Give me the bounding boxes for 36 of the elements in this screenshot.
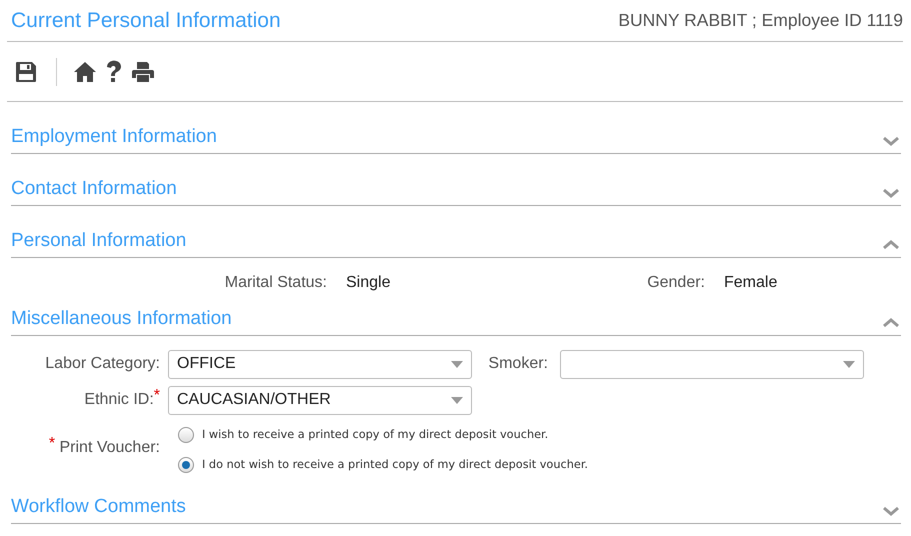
chevron-down-icon[interactable] xyxy=(883,506,899,516)
radio-button[interactable] xyxy=(178,457,194,473)
save-icon[interactable] xyxy=(14,60,38,84)
required-mark: * xyxy=(48,435,56,452)
section-title[interactable]: Miscellaneous Information xyxy=(11,309,232,328)
field-label: Marital Status: xyxy=(224,273,328,293)
radio-button[interactable] xyxy=(178,427,194,443)
section-title[interactable]: Contact Information xyxy=(11,179,177,198)
field-label: Smoker: xyxy=(487,354,549,374)
section-title[interactable]: Employment Information xyxy=(11,127,217,146)
required-mark: * xyxy=(154,387,160,404)
field-label: Gender: xyxy=(646,273,706,293)
chevron-up-icon[interactable] xyxy=(883,240,899,250)
dropdown-arrow-icon xyxy=(451,396,463,404)
field-label: Print Voucher: xyxy=(60,439,160,456)
option-label[interactable]: I wish to receive a printed copy of my direct deposit voucher. xyxy=(202,426,548,444)
printer-icon[interactable] xyxy=(131,60,155,84)
page-title: Current Personal Information xyxy=(11,8,281,34)
dropdown-field[interactable] xyxy=(560,350,864,378)
chevron-down-icon[interactable] xyxy=(883,188,899,198)
option-label[interactable]: I do not wish to receive a printed copy of my direct deposit voucher. xyxy=(202,456,588,474)
chevron-up-icon[interactable] xyxy=(883,318,899,328)
employee-name: BUNNY RABBIT ; Employee ID 1119 xyxy=(618,9,903,32)
chevron-down-icon[interactable] xyxy=(883,136,899,146)
field-value: Female xyxy=(724,273,778,293)
field-label: Ethnic ID:* xyxy=(83,388,161,410)
home-icon[interactable] xyxy=(73,60,97,82)
field-label: Labor Category: xyxy=(44,354,161,374)
section-title[interactable]: Personal Information xyxy=(11,231,186,250)
section-title[interactable]: Workflow Comments xyxy=(11,497,186,516)
dropdown-arrow-icon xyxy=(451,360,463,368)
dropdown-arrow-icon xyxy=(843,360,855,368)
dropdown-field[interactable]: CAUCASIAN/OTHER xyxy=(168,386,472,414)
help-icon[interactable] xyxy=(105,60,123,84)
field-value: Single xyxy=(346,273,392,293)
dropdown-field[interactable]: OFFICE xyxy=(168,350,472,378)
